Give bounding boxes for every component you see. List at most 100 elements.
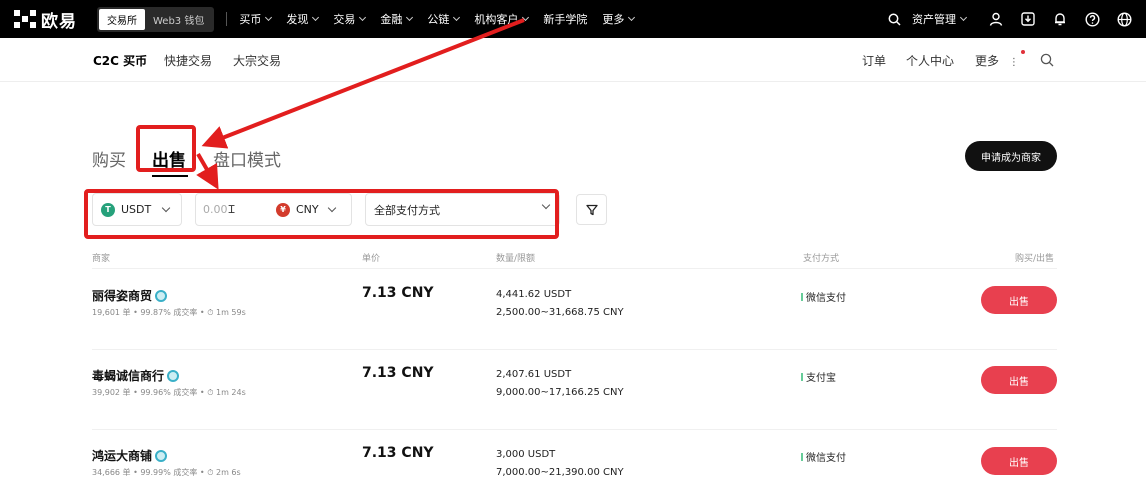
payment-indicator: [801, 292, 803, 301]
segment-exchange[interactable]: 交易所: [99, 8, 145, 30]
row-divider: [92, 429, 1057, 430]
chevron-down-icon: [522, 13, 530, 22]
chevron-down-icon: [265, 13, 273, 22]
apply-merchant-button[interactable]: 申请成为商家: [965, 141, 1057, 171]
merchant-name: 丽得姿商贸: [92, 289, 153, 303]
search-icon[interactable]: [1040, 52, 1054, 71]
nav-item-more[interactable]: 更多: [602, 11, 636, 27]
nav-item-discover[interactable]: 发现: [286, 11, 320, 27]
product-switch: 交易所 Web3 钱包: [97, 6, 215, 32]
nav-item-academy[interactable]: 新手学院: [543, 11, 587, 27]
payment-method: 支付宝: [801, 369, 836, 384]
payment-indicator: [801, 372, 803, 381]
nav-item-finance[interactable]: 金融: [380, 11, 414, 27]
row-divider: [92, 268, 1057, 269]
chevron-down-icon: [312, 13, 320, 22]
sell-button[interactable]: 出售: [981, 286, 1057, 314]
arrow-to-filters: [196, 153, 219, 190]
merchant-stats: 39,902 单 • 99.96% 成交率 • ⏱ 1m 24s: [92, 388, 246, 397]
kebab-icon: ⋮: [1008, 57, 1019, 68]
nav-divider: [226, 12, 228, 26]
header-merchant: 商家: [92, 254, 111, 264]
chevron-down-icon: [406, 13, 414, 22]
nav-item-chain[interactable]: 公链: [427, 11, 461, 27]
merchant-name: 毒蝎诚信商行: [92, 369, 165, 383]
search-icon[interactable]: [886, 11, 902, 27]
tab-order-book-mode[interactable]: 盘口模式: [213, 146, 281, 171]
orders-link[interactable]: 订单: [862, 52, 886, 69]
nav-item-trade[interactable]: 交易: [333, 11, 367, 27]
nav-label: 更多: [602, 13, 625, 26]
nav-label: 发现: [286, 13, 309, 26]
tab-quick-trade[interactable]: 快捷交易: [164, 52, 212, 69]
nav-right-tools: 资产管理: [870, 0, 1132, 38]
funnel-icon: [585, 204, 598, 215]
chevron-down-icon: [359, 13, 367, 22]
filters-highlight: [84, 189, 559, 239]
row-divider: [92, 349, 1057, 350]
available-quantity: 2,407.61 USDT: [496, 369, 572, 380]
chevron-down-icon: [453, 13, 461, 22]
nav-label: 交易: [333, 13, 356, 26]
more-label: 更多: [975, 54, 1000, 68]
bell-icon[interactable]: [1052, 11, 1068, 27]
download-icon[interactable]: [1020, 11, 1036, 27]
sell-tab-highlight: [136, 125, 196, 172]
asset-label: 资产管理: [912, 13, 956, 26]
globe-icon[interactable]: [1116, 11, 1132, 27]
payment-label: 微信支付: [806, 453, 846, 464]
nav-label: 机构客户: [474, 13, 519, 26]
nav-label: 公链: [427, 13, 450, 26]
more-menu[interactable]: 更多 ⋮: [975, 50, 1025, 69]
okx-logo[interactable]: 欧易: [14, 7, 77, 32]
sell-button[interactable]: 出售: [981, 447, 1057, 475]
header-payment: 支付方式: [803, 254, 840, 264]
segment-web3-wallet[interactable]: Web3 钱包: [145, 9, 212, 30]
unit-price: 7.13 CNY: [362, 445, 434, 461]
tab-buy[interactable]: 购买: [92, 146, 126, 171]
unit-price: 7.13 CNY: [362, 285, 434, 301]
asset-management-menu[interactable]: 资产管理: [912, 11, 968, 27]
user-icon[interactable]: [988, 11, 1004, 27]
c2c-subnav: C2C 买币 快捷交易 大宗交易 订单 个人中心 更多 ⋮: [0, 38, 1146, 82]
notification-dot: [1020, 50, 1025, 54]
help-icon[interactable]: [1084, 11, 1100, 27]
merchant-stats: 19,601 单 • 99.87% 成交率 • ⏱ 1m 59s: [92, 308, 246, 317]
nav-item-institutional[interactable]: 机构客户: [474, 11, 530, 27]
order-limit: 9,000.00~17,166.25 CNY: [496, 387, 624, 398]
available-quantity: 4,441.62 USDT: [496, 289, 572, 300]
merchant-name: 鸿运大商铺: [92, 449, 153, 463]
merchant-name-link[interactable]: 鸿运大商铺: [92, 447, 168, 464]
unit-price: 7.13 CNY: [362, 365, 434, 381]
personal-center-link[interactable]: 个人中心: [906, 52, 954, 69]
merchant-name-link[interactable]: 毒蝎诚信商行: [92, 367, 180, 384]
payment-method: 微信支付: [801, 289, 846, 304]
nav-label: 新手学院: [543, 13, 588, 26]
verified-badge-icon: [155, 449, 168, 462]
merchant-stats: 34,666 单 • 99.99% 成交率 • ⏱ 2m 6s: [92, 468, 241, 477]
top-navigation-bar: 欧易 交易所 Web3 钱包 买币 发现 交易 金融 公链 机构客户 新手学院 …: [0, 0, 1146, 38]
nav-links: 买币 发现 交易 金融 公链 机构客户 新手学院 更多: [239, 11, 649, 27]
available-quantity: 3,000 USDT: [496, 449, 556, 460]
logo-text: 欧易: [41, 11, 77, 32]
payment-label: 微信支付: [806, 293, 846, 304]
verified-badge-icon: [155, 289, 168, 302]
tab-c2c-buy[interactable]: C2C 买币: [93, 52, 147, 69]
payment-method: 微信支付: [801, 449, 846, 464]
nav-label: 金融: [380, 13, 403, 26]
nav-item-buy-crypto[interactable]: 买币: [239, 11, 273, 27]
active-tab-underline: [152, 175, 188, 177]
chevron-down-icon: [628, 13, 636, 22]
header-quantity: 数量/限额: [496, 254, 536, 264]
nav-label: 买币: [239, 13, 262, 26]
order-limit: 2,500.00~31,668.75 CNY: [496, 307, 624, 318]
merchant-name-link[interactable]: 丽得姿商贸: [92, 287, 168, 304]
sell-button[interactable]: 出售: [981, 366, 1057, 394]
header-price: 单价: [362, 254, 381, 264]
logo-mark-icon: [14, 10, 36, 28]
order-limit: 7,000.00~21,390.00 CNY: [496, 467, 624, 478]
chevron-down-icon: [959, 13, 968, 22]
tab-block-trade[interactable]: 大宗交易: [233, 52, 281, 69]
header-action: 购买/出售: [1015, 254, 1055, 264]
filter-button[interactable]: [576, 194, 607, 225]
